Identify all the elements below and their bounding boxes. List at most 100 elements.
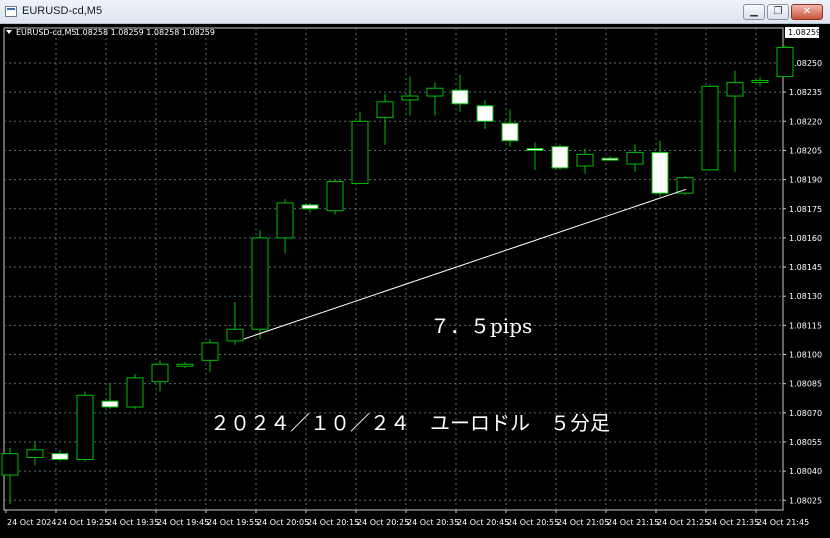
candle-body-bull	[326, 181, 344, 212]
candle	[276, 199, 294, 254]
candle-body-bull	[276, 202, 294, 239]
caption-annotation: ２０２４／１０／２４ ユーロドル ５分足	[210, 411, 610, 435]
minimize-button[interactable]: ▁	[743, 4, 765, 20]
candles-group	[1, 45, 794, 505]
y-tick-label: 1.08205	[789, 146, 822, 155]
close-button[interactable]: ✕	[791, 4, 823, 20]
x-tick-label: 24 Oct 21:05	[557, 518, 609, 527]
candle-body-bull	[126, 377, 144, 408]
candle-body-bear	[301, 204, 319, 210]
y-tick-label: 1.08145	[789, 263, 822, 272]
chart-menu-arrow-icon[interactable]	[6, 30, 12, 34]
candle-body-bear	[501, 122, 519, 142]
candle	[426, 82, 444, 116]
candle	[501, 109, 519, 147]
candle	[251, 230, 269, 339]
candle	[201, 338, 219, 373]
x-tick-label: 24 Oct 20:35	[407, 518, 459, 527]
candle	[601, 156, 619, 161]
x-tick-label: 24 Oct 20:15	[307, 518, 359, 527]
x-tick-label: 24 Oct 19:35	[107, 518, 159, 527]
chart-area[interactable]: 1.08250 1.08235 1.08220 1.08205 1.08190 1.081…	[0, 24, 830, 538]
x-tick-label: 24 Oct 19:45	[157, 518, 209, 527]
plot-border	[3, 27, 784, 511]
candle-body-bull	[426, 87, 444, 97]
candle-body-bear	[476, 105, 494, 122]
candle-body-bear	[651, 151, 669, 194]
candle	[476, 99, 494, 130]
y-tick-label: 1.08100	[789, 351, 822, 360]
price-axis: 1.08250 1.08235 1.08220 1.08205 1.08190 1.081…	[783, 59, 822, 505]
y-tick-label: 1.08160	[789, 234, 822, 243]
candle-body-bull	[701, 85, 719, 171]
candle-body-bull	[776, 46, 794, 78]
x-tick-label: 24 Oct 20:25	[357, 518, 409, 527]
y-tick-label: 1.08040	[789, 467, 822, 476]
time-axis: 24 Oct 2024 24 Oct 19:2524 Oct 19:3524 Oc…	[5, 510, 809, 527]
candle	[51, 449, 69, 462]
candle	[351, 111, 369, 184]
candle-body-bull	[26, 449, 44, 459]
candle	[751, 76, 769, 87]
x-tick-label: 24 Oct 21:15	[607, 518, 659, 527]
candle	[26, 441, 44, 466]
candle-body-bull	[76, 394, 94, 460]
candle-body-bull	[251, 237, 269, 330]
y-tick-label: 1.08070	[789, 409, 822, 418]
candle	[551, 144, 569, 170]
y-tick-label: 1.08085	[789, 380, 822, 389]
candle-body-bear	[101, 400, 119, 408]
candle-body-bull	[201, 342, 219, 361]
y-tick-label: 1.08190	[789, 176, 822, 185]
candle	[701, 84, 719, 171]
chart-window-icon	[5, 6, 17, 17]
y-tick-label: 1.08220	[789, 117, 822, 126]
x-tick-label: 24 Oct 20:05	[257, 518, 309, 527]
pips-annotation: ７．５pips	[430, 314, 532, 338]
candle	[226, 302, 244, 345]
candle	[651, 140, 669, 198]
candle-body-bull	[576, 153, 594, 167]
candle	[176, 362, 194, 369]
candlestick-chart[interactable]: 1.08250 1.08235 1.08220 1.08205 1.08190 1.081…	[0, 24, 830, 538]
candle-body-bull	[1, 453, 19, 476]
window-titlebar[interactable]: EURUSD-cd,M5 ▁ ❐ ✕	[0, 0, 830, 24]
y-tick-label: 1.08130	[789, 292, 822, 301]
candle-body-bull	[176, 363, 194, 367]
candle	[626, 144, 644, 172]
candle	[126, 373, 144, 409]
y-tick-label: 1.08250	[789, 59, 822, 68]
current-price-label: 1.08259	[788, 28, 821, 37]
candle-body-bull	[376, 101, 394, 118]
candle	[76, 391, 94, 462]
candle-body-bull	[726, 81, 744, 97]
y-tick-label: 1.08025	[789, 496, 822, 505]
y-tick-label: 1.08115	[789, 321, 822, 330]
candle-body-bull	[626, 151, 644, 165]
candle-body-bull	[751, 79, 769, 83]
candle-body-bull	[226, 328, 244, 342]
candle	[451, 74, 469, 112]
minimize-icon: ▁	[750, 6, 758, 17]
candle-body-bear	[601, 157, 619, 161]
restore-button[interactable]: ❐	[767, 4, 789, 20]
x-tick-label: 24 Oct 20:55	[507, 518, 559, 527]
symbol-label: EURUSD-cd,M5	[16, 28, 76, 37]
candle	[526, 142, 544, 170]
candle-body-bear	[551, 146, 569, 169]
candle-body-bull	[676, 177, 694, 194]
chart-info: EURUSD-cd,M5 1.08258 1.08259 1.08258 1.0…	[6, 28, 215, 37]
x-tick-label: 24 Oct 21:35	[707, 518, 759, 527]
x-tick-label: 24 Oct 20:45	[457, 518, 509, 527]
candle-body-bull	[351, 120, 369, 184]
candle	[576, 148, 594, 174]
x-tick-label: 24 Oct 21:25	[657, 518, 709, 527]
y-tick-label: 1.08235	[789, 88, 822, 97]
x-tick-label: 24 Oct 19:55	[207, 518, 259, 527]
candle-body-bear	[451, 89, 469, 105]
ohlc-label: 1.08258 1.08259 1.08258 1.08259	[75, 28, 215, 37]
y-tick-label: 1.08175	[789, 205, 822, 214]
candle	[676, 175, 694, 196]
close-icon: ✕	[802, 6, 812, 17]
candle	[326, 179, 344, 215]
